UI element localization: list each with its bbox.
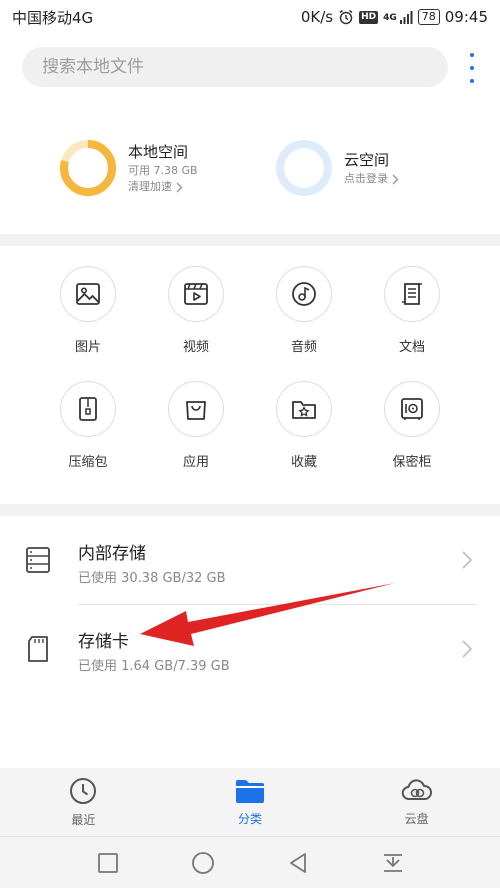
cloud-icon [401, 778, 432, 800]
category-favorites[interactable]: 收藏 [254, 381, 354, 470]
cloud-storage-ring-icon [276, 140, 332, 196]
app-bag-icon [186, 401, 206, 420]
category-label: 应用 [182, 455, 209, 470]
signal-icon [399, 11, 413, 24]
cloud-login-label: 点击登录 [344, 172, 388, 185]
chevron-right-icon [392, 174, 399, 184]
pulldown-icon [383, 853, 402, 872]
device-usage: 已使用 30.38 GB/32 GB [78, 571, 226, 586]
search-bar[interactable] [22, 47, 448, 87]
nav-cloud-drive[interactable]: 云盘 [333, 768, 500, 836]
category-documents[interactable]: 文档 [362, 266, 462, 355]
more-options-icon[interactable] [465, 53, 479, 83]
battery-indicator: 78 [417, 9, 440, 25]
device-name: 内部存储 [78, 544, 146, 564]
chevron-right-icon [462, 551, 473, 569]
local-storage-card[interactable]: 本地空间 可用 7.38 GB 清理加速 [58, 138, 198, 198]
category-label: 收藏 [290, 455, 317, 470]
nav-recent[interactable]: 最近 [0, 768, 167, 836]
category-label: 保密柜 [392, 455, 432, 470]
category-label: 图片 [74, 340, 101, 355]
internal-storage-icon [26, 547, 50, 573]
local-storage-title: 本地空间 [128, 143, 189, 161]
clock-icon [70, 777, 97, 804]
bottom-nav: 最近 分类 云盘 [0, 768, 500, 836]
nav-label: 云盘 [404, 811, 429, 826]
favorites-folder-icon [292, 401, 316, 419]
category-archives[interactable]: 压缩包 [38, 381, 138, 470]
square-icon [97, 852, 118, 873]
nav-categories[interactable]: 分类 [167, 768, 334, 836]
nav-label: 最近 [71, 812, 96, 827]
clean-speedup-label: 清理加速 [128, 180, 172, 193]
category-label: 视频 [182, 340, 209, 355]
section-divider [0, 504, 500, 516]
back-button[interactable] [283, 848, 313, 878]
cloud-storage-title: 云空间 [344, 151, 390, 169]
notification-pulldown-button[interactable] [378, 848, 408, 878]
category-grid: 图片 视频 音频 文档 压缩包 应用 收藏 保密柜 [0, 246, 500, 504]
storage-summary: 本地空间 可用 7.38 GB 清理加速 云空间 点击登录 [0, 124, 500, 214]
cloud-login-link[interactable]: 点击登录 [344, 171, 399, 187]
document-icon [402, 283, 422, 305]
folder-icon [236, 779, 264, 803]
status-indicators: 0K/s HD 4G 78 09:45 [301, 8, 488, 26]
back-triangle-icon [289, 852, 306, 873]
network-speed: 0K/s [300, 8, 334, 26]
category-label: 文档 [398, 340, 425, 355]
sd-card-icon [28, 636, 48, 662]
device-usage: 已使用 1.64 GB/7.39 GB [78, 659, 230, 674]
recent-apps-button[interactable] [93, 848, 123, 878]
audio-icon [292, 282, 316, 306]
category-safe[interactable]: 保密柜 [362, 381, 462, 470]
safe-icon [401, 398, 423, 420]
device-name: 存储卡 [78, 632, 129, 652]
network-type: 4G [383, 13, 397, 23]
hd-badge: HD [359, 10, 379, 24]
image-icon [76, 283, 100, 305]
section-divider [0, 234, 500, 246]
list-item-internal-storage[interactable]: 内部存储 已使用 30.38 GB/32 GB [0, 516, 500, 605]
local-storage-available: 可用 7.38 GB [128, 164, 198, 177]
clock-time: 09:45 [444, 8, 488, 26]
system-nav-bar [0, 836, 500, 888]
home-button[interactable] [188, 848, 218, 878]
chevron-right-icon [176, 182, 183, 192]
category-audio[interactable]: 音频 [254, 266, 354, 355]
nav-label: 分类 [238, 811, 263, 826]
category-images[interactable]: 图片 [38, 266, 138, 355]
status-bar: 中国移动4G 0K/s HD 4G 78 09:45 [0, 0, 500, 34]
carrier-label: 中国移动4G [12, 8, 94, 27]
archive-icon [79, 397, 97, 421]
category-apps[interactable]: 应用 [146, 381, 246, 470]
circle-icon [191, 851, 214, 874]
list-item-sd-card[interactable]: 存储卡 已使用 1.64 GB/7.39 GB [0, 605, 500, 693]
category-label: 音频 [290, 340, 317, 355]
alarm-icon [339, 9, 353, 25]
category-label: 压缩包 [68, 455, 108, 470]
video-icon [184, 283, 208, 305]
chevron-right-icon [462, 640, 473, 658]
search-input[interactable] [42, 57, 448, 77]
clean-speedup-link[interactable]: 清理加速 [128, 179, 198, 195]
cloud-storage-card[interactable]: 云空间 点击登录 [274, 138, 399, 198]
category-videos[interactable]: 视频 [146, 266, 246, 355]
local-storage-ring-icon [60, 140, 116, 196]
